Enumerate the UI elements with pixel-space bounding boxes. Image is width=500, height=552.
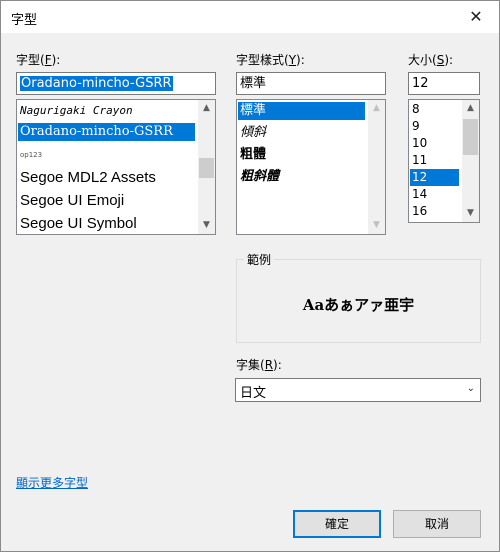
list-item[interactable]: 16 bbox=[410, 203, 427, 220]
script-label: 字集(R): bbox=[236, 358, 282, 372]
list-item[interactable]: Segoe UI Emoji bbox=[18, 190, 124, 212]
font-size-listbox[interactable]: 8 9 10 11 12 14 16 ▲ ▼ bbox=[408, 99, 480, 223]
script-select[interactable]: 日文 ⌄ bbox=[235, 378, 481, 402]
font-style-listbox[interactable]: 標準 傾斜 粗體 粗斜體 ▲ ▼ bbox=[236, 99, 386, 235]
style-scrollbar[interactable]: ▲ ▼ bbox=[368, 100, 385, 234]
font-name-input[interactable]: Oradano-mincho-GSRR bbox=[16, 72, 216, 95]
font-size-input[interactable]: 12 bbox=[408, 72, 480, 95]
list-item[interactable]: 9 bbox=[410, 118, 420, 135]
font-style-label: 字型樣式(Y): bbox=[236, 53, 305, 67]
list-item-selected[interactable]: 標準 bbox=[238, 102, 365, 120]
list-item-selected[interactable]: Oradano-mincho-GSRR bbox=[18, 123, 195, 141]
font-label: 字型(F): bbox=[16, 53, 61, 67]
list-item[interactable]: 粗斜體 bbox=[238, 168, 279, 186]
list-item-selected[interactable]: 12 bbox=[410, 169, 459, 186]
list-item[interactable]: 11 bbox=[410, 152, 427, 169]
ok-button[interactable]: 確定 bbox=[293, 510, 381, 538]
script-value: 日文 bbox=[240, 386, 267, 401]
list-item[interactable]: Segoe UI Symbol bbox=[18, 213, 137, 234]
scroll-down-icon[interactable]: ▼ bbox=[368, 217, 385, 234]
close-icon[interactable]: ✕ bbox=[453, 1, 499, 33]
sample-title: 範例 bbox=[244, 251, 275, 268]
cancel-button[interactable]: 取消 bbox=[393, 510, 481, 538]
scroll-down-icon[interactable]: ▼ bbox=[198, 217, 215, 234]
font-size-label: 大小(S): bbox=[408, 53, 454, 67]
scroll-down-icon[interactable]: ▼ bbox=[462, 205, 479, 222]
scroll-thumb[interactable] bbox=[463, 119, 478, 155]
list-item[interactable]: 14 bbox=[410, 186, 427, 203]
list-item[interactable]: Segoe MDL2 Assets bbox=[18, 167, 156, 189]
scroll-up-icon[interactable]: ▲ bbox=[198, 100, 215, 117]
scroll-up-icon[interactable]: ▲ bbox=[462, 100, 479, 117]
font-listbox[interactable]: Nagurigaki Crayon Oradano-mincho-GSRR op… bbox=[16, 99, 216, 235]
size-scrollbar[interactable]: ▲ ▼ bbox=[462, 100, 479, 222]
font-scrollbar[interactable]: ▲ ▼ bbox=[198, 100, 215, 234]
window-title: 字型 bbox=[11, 13, 38, 28]
title-bar: 字型 ✕ bbox=[1, 1, 499, 33]
font-name-value: Oradano-mincho-GSRR bbox=[20, 76, 173, 91]
list-item[interactable]: op123 bbox=[18, 146, 42, 164]
show-more-fonts-link[interactable]: 顯示更多字型 bbox=[16, 474, 88, 491]
sample-text: Aaあぁアァ亜宇 bbox=[302, 296, 415, 314]
font-style-input[interactable]: 標準 bbox=[236, 72, 386, 95]
list-item[interactable]: 傾斜 bbox=[238, 124, 266, 142]
list-item[interactable]: Nagurigaki Crayon bbox=[18, 102, 133, 120]
list-item[interactable]: 粗體 bbox=[238, 146, 266, 164]
list-item[interactable]: 10 bbox=[410, 135, 427, 152]
chevron-down-icon: ⌄ bbox=[466, 383, 475, 394]
list-item[interactable]: 8 bbox=[410, 101, 420, 118]
scroll-thumb[interactable] bbox=[199, 158, 214, 178]
scroll-up-icon[interactable]: ▲ bbox=[368, 100, 385, 117]
